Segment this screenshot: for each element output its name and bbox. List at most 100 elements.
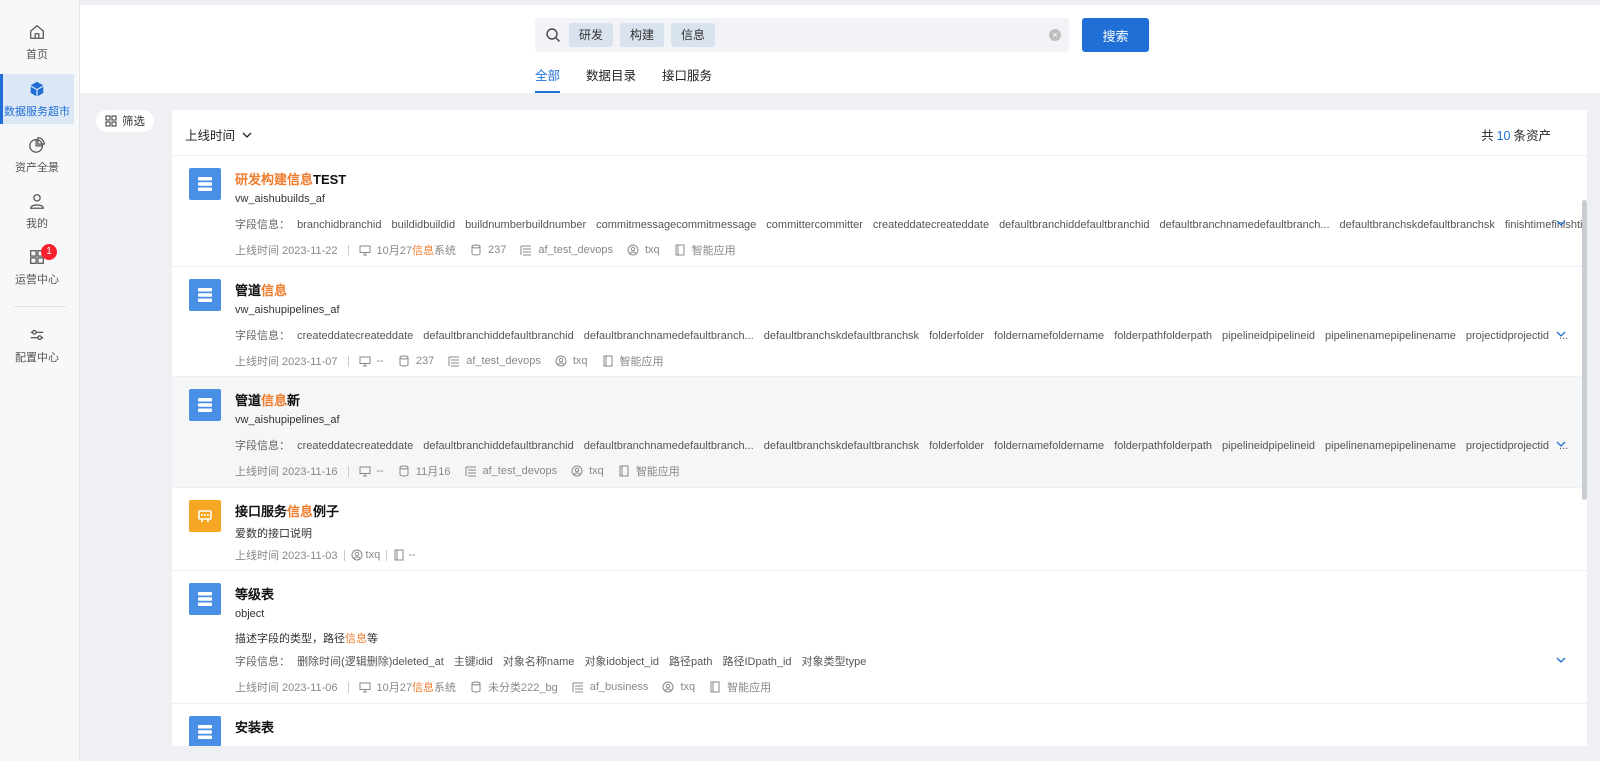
sidebar-item-home[interactable]: 首页 xyxy=(0,17,74,67)
system-highlight: 信息 xyxy=(412,682,434,694)
title-highlight: 研发构建信息 xyxy=(235,172,314,187)
sliders-icon xyxy=(30,329,44,340)
sidebar-item-mine[interactable]: 我的 xyxy=(0,186,74,236)
online-time: 上线时间 2023-11-07 xyxy=(235,356,338,368)
sidebar-item-operation-center[interactable]: 1 运营中心 xyxy=(0,242,74,292)
sort-label: 上线时间 xyxy=(185,129,236,143)
search-button[interactable]: 搜索 xyxy=(1082,18,1149,52)
item-title[interactable]: 安装表 xyxy=(235,717,274,736)
meta-owner: txq xyxy=(571,465,604,477)
field-name: buildidbuildid xyxy=(391,219,456,231)
monitor-icon xyxy=(359,356,371,367)
meta-database: 237 xyxy=(398,355,434,367)
tab-data-catalog[interactable]: 数据目录 xyxy=(586,65,636,93)
item-title[interactable]: 研发构建信息TEST xyxy=(235,169,346,188)
list-item[interactable]: 安装表 xyxy=(172,704,1587,746)
total-count: 共 10 条资产 xyxy=(1481,125,1551,144)
sidebar-item-asset-overview[interactable]: 资产全景 xyxy=(0,130,74,180)
total-suffix: 条资产 xyxy=(1513,129,1551,143)
clear-icon[interactable]: × xyxy=(1049,29,1061,41)
sidebar-item-data-market[interactable]: 数据服务超市 xyxy=(0,74,74,124)
field-name: pipelinenamepipelinename xyxy=(1325,330,1456,342)
list-item[interactable]: 研发构建信息TEST vw_aishubuilds_af 字段信息： branc… xyxy=(172,156,1587,267)
table-icon xyxy=(189,168,221,200)
field-name: 删除时间(逻辑删除)deleted_at xyxy=(297,656,444,668)
chevron-down-icon[interactable] xyxy=(1555,328,1567,340)
sidebar-item-label: 资产全景 xyxy=(15,161,59,174)
item-meta: 上线时间 2023-11-22 10月27 信息 系统 237 af_test_de… xyxy=(235,242,750,258)
field-name: defaultbranchiddefaultbranchid xyxy=(999,219,1150,231)
meta-system: 10月27 信息 系统 xyxy=(359,242,456,258)
sidebar-item-label: 首页 xyxy=(26,48,48,61)
table-list-icon xyxy=(448,356,460,367)
meta-table: af_test_devops xyxy=(520,244,613,256)
app-text: -- xyxy=(408,549,416,561)
app-text: 智能应用 xyxy=(727,682,772,694)
meta-owner: txq xyxy=(662,681,695,693)
description-text: 等 xyxy=(367,633,378,645)
scrollbar[interactable] xyxy=(1582,200,1587,500)
meta-owner: txq xyxy=(351,549,380,561)
item-title[interactable]: 管道信息 xyxy=(235,280,287,299)
item-title[interactable]: 管道信息新 xyxy=(235,390,300,409)
filter-label: 筛选 xyxy=(122,116,145,128)
database-text: 11月16 xyxy=(415,466,451,478)
chevron-down-icon[interactable] xyxy=(1555,217,1567,229)
search-tag[interactable]: 研发 xyxy=(569,23,614,47)
header: 研发 构建 信息 × 搜索 全部 数据目录 接口服务 xyxy=(80,5,1600,93)
item-meta: 上线时间 2023-11-03 txq -- xyxy=(235,547,430,563)
system-highlight: 信息 xyxy=(412,245,434,257)
meta-app: -- xyxy=(393,549,416,561)
tab-interface-service[interactable]: 接口服务 xyxy=(662,65,712,93)
meta-app: 智能应用 xyxy=(674,242,736,258)
meta-table: af_business xyxy=(572,681,648,693)
title-text: 新 xyxy=(287,393,301,408)
chevron-down-icon[interactable] xyxy=(1555,654,1567,666)
field-info: 字段信息： 删除时间(逻辑删除)deleted_at 主键idid 对象名称name… xyxy=(235,653,876,669)
search-tag[interactable]: 信息 xyxy=(671,23,716,47)
system-text: 10月27 xyxy=(376,682,412,694)
sort-dropdown[interactable]: 上线时间 xyxy=(185,125,253,144)
item-subtitle: vw_aishupipelines_af xyxy=(235,414,340,426)
tab-all[interactable]: 全部 xyxy=(535,65,561,93)
user-circle-icon xyxy=(555,355,567,367)
search-input[interactable]: 研发 构建 信息 × xyxy=(535,18,1069,52)
list-item[interactable]: 管道信息 vw_aishupipelines_af 字段信息： createdd… xyxy=(172,267,1587,377)
list-item[interactable]: 管道信息新 vw_aishupipelines_af 字段信息： created… xyxy=(172,377,1587,488)
list-item[interactable]: 等级表 object 描述字段的类型，路径信息等 字段信息： 删除时间(逻辑删除… xyxy=(172,571,1587,704)
document-icon xyxy=(394,549,404,561)
chevron-down-icon[interactable] xyxy=(1555,438,1567,450)
search-tag[interactable]: 构建 xyxy=(620,23,665,47)
database-text: 237 xyxy=(488,244,507,256)
asset-list-panel: 上线时间 共 10 条资产 研发构建信息TEST vw_aishubuilds_af… xyxy=(172,110,1587,746)
item-subtitle: 爱数的接口说明 xyxy=(235,528,312,540)
database-icon xyxy=(399,355,409,367)
item-title[interactable]: 接口服务信息例子 xyxy=(235,501,339,520)
database-icon xyxy=(471,244,481,256)
system-text: 系统 xyxy=(434,682,456,694)
field-name: folderfolder xyxy=(929,330,985,342)
database-text: 未分类222_bg xyxy=(488,682,558,694)
field-name: 对象名称name xyxy=(502,656,575,668)
field-name: projectidprojectid xyxy=(1465,440,1550,452)
field-name: folderfolder xyxy=(929,440,985,452)
meta-system: -- xyxy=(359,465,384,477)
online-time: 上线时间 2023-11-06 xyxy=(235,682,338,694)
document-icon xyxy=(619,465,629,477)
table-list-icon xyxy=(465,466,476,477)
list-header: 上线时间 共 10 条资产 xyxy=(172,110,1587,156)
item-meta: 上线时间 2023-11-06 10月27 信息 系统 未分类222_bg af_b… xyxy=(235,679,785,695)
notification-badge: 1 xyxy=(41,244,57,260)
field-info: 字段信息： createddatecreateddate defaultbranc… xyxy=(235,327,1568,343)
field-name: 对象idobject_id xyxy=(584,656,660,668)
field-name: finishtimefinishtime xyxy=(1504,219,1587,231)
filter-button[interactable]: 筛选 xyxy=(96,110,154,132)
list-item[interactable]: 接口服务信息例子 爱数的接口说明 上线时间 2023-11-03 txq -- xyxy=(172,488,1587,571)
item-title[interactable]: 等级表 xyxy=(235,584,274,603)
owner-text: txq xyxy=(589,465,604,477)
database-icon xyxy=(471,681,481,693)
search-icon xyxy=(546,28,560,42)
sidebar-item-config-center[interactable]: 配置中心 xyxy=(0,320,74,370)
title-highlight: 信息 xyxy=(261,393,288,408)
owner-text: txq xyxy=(644,244,660,256)
